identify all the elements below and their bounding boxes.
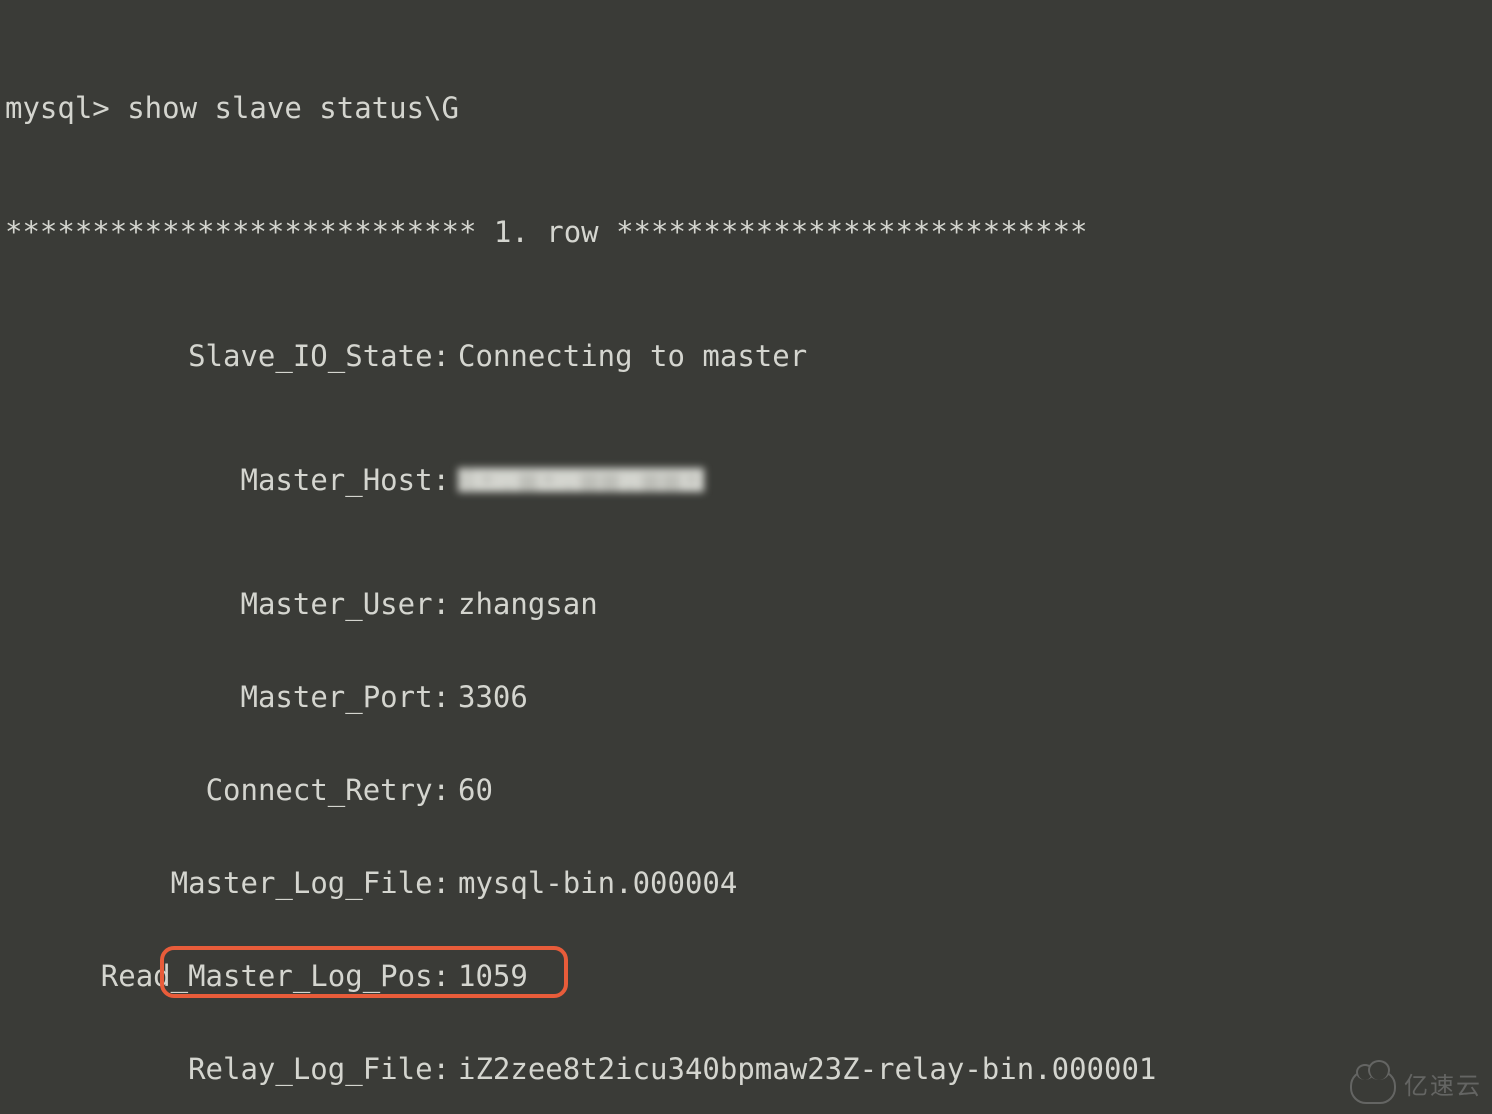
cloud-icon: [1350, 1070, 1396, 1104]
value: iZ2zee8t2icu340bpmaw23Z-relay-bin.000001: [458, 1054, 1156, 1085]
label: Read_Master_Log_Pos:: [0, 961, 458, 992]
label: Master_Port:: [0, 682, 458, 713]
field-master-log-file: Master_Log_File:mysql-bin.000004: [0, 868, 1492, 899]
sep-right: ***************************: [599, 217, 1088, 248]
command-line: mysql> show slave status\G: [0, 93, 1492, 124]
command-text: show slave status\G: [127, 93, 459, 124]
watermark: 亿速云: [1350, 1070, 1482, 1104]
value-redacted: 4•.■•.■■.■■•: [458, 465, 704, 496]
field-master-user: Master_User:zhangsan: [0, 589, 1492, 620]
watermark-text: 亿速云: [1404, 1074, 1482, 1100]
field-slave-io-state: Slave_IO_State:Connecting to master: [0, 341, 1492, 372]
label: Slave_IO_State:: [0, 341, 458, 372]
value: 1059: [458, 961, 528, 992]
value: mysql-bin.000004: [458, 868, 737, 899]
terminal-output: mysql> show slave status\G *************…: [0, 0, 1492, 1114]
label: Master_User:: [0, 589, 458, 620]
row-separator: *************************** 1. row *****…: [0, 217, 1492, 248]
value: 3306: [458, 682, 528, 713]
sep-mid: 1. row: [494, 217, 599, 248]
field-read-master-log-pos: Read_Master_Log_Pos:1059: [0, 961, 1492, 992]
value: 60: [458, 775, 493, 806]
field-relay-log-file: Relay_Log_File:iZ2zee8t2icu340bpmaw23Z-r…: [0, 1054, 1492, 1085]
value: Connecting to master: [458, 341, 807, 372]
label: Relay_Log_File:: [0, 1054, 458, 1085]
field-master-port: Master_Port:3306: [0, 682, 1492, 713]
value: zhangsan: [458, 589, 598, 620]
label: Connect_Retry:: [0, 775, 458, 806]
field-master-host: Master_Host:4•.■•.■■.■■•: [0, 465, 1492, 496]
label: Master_Host:: [0, 465, 458, 496]
field-connect-retry: Connect_Retry:60: [0, 775, 1492, 806]
sep-left: ***************************: [5, 217, 494, 248]
label: Master_Log_File:: [0, 868, 458, 899]
prompt: mysql>: [5, 93, 127, 124]
